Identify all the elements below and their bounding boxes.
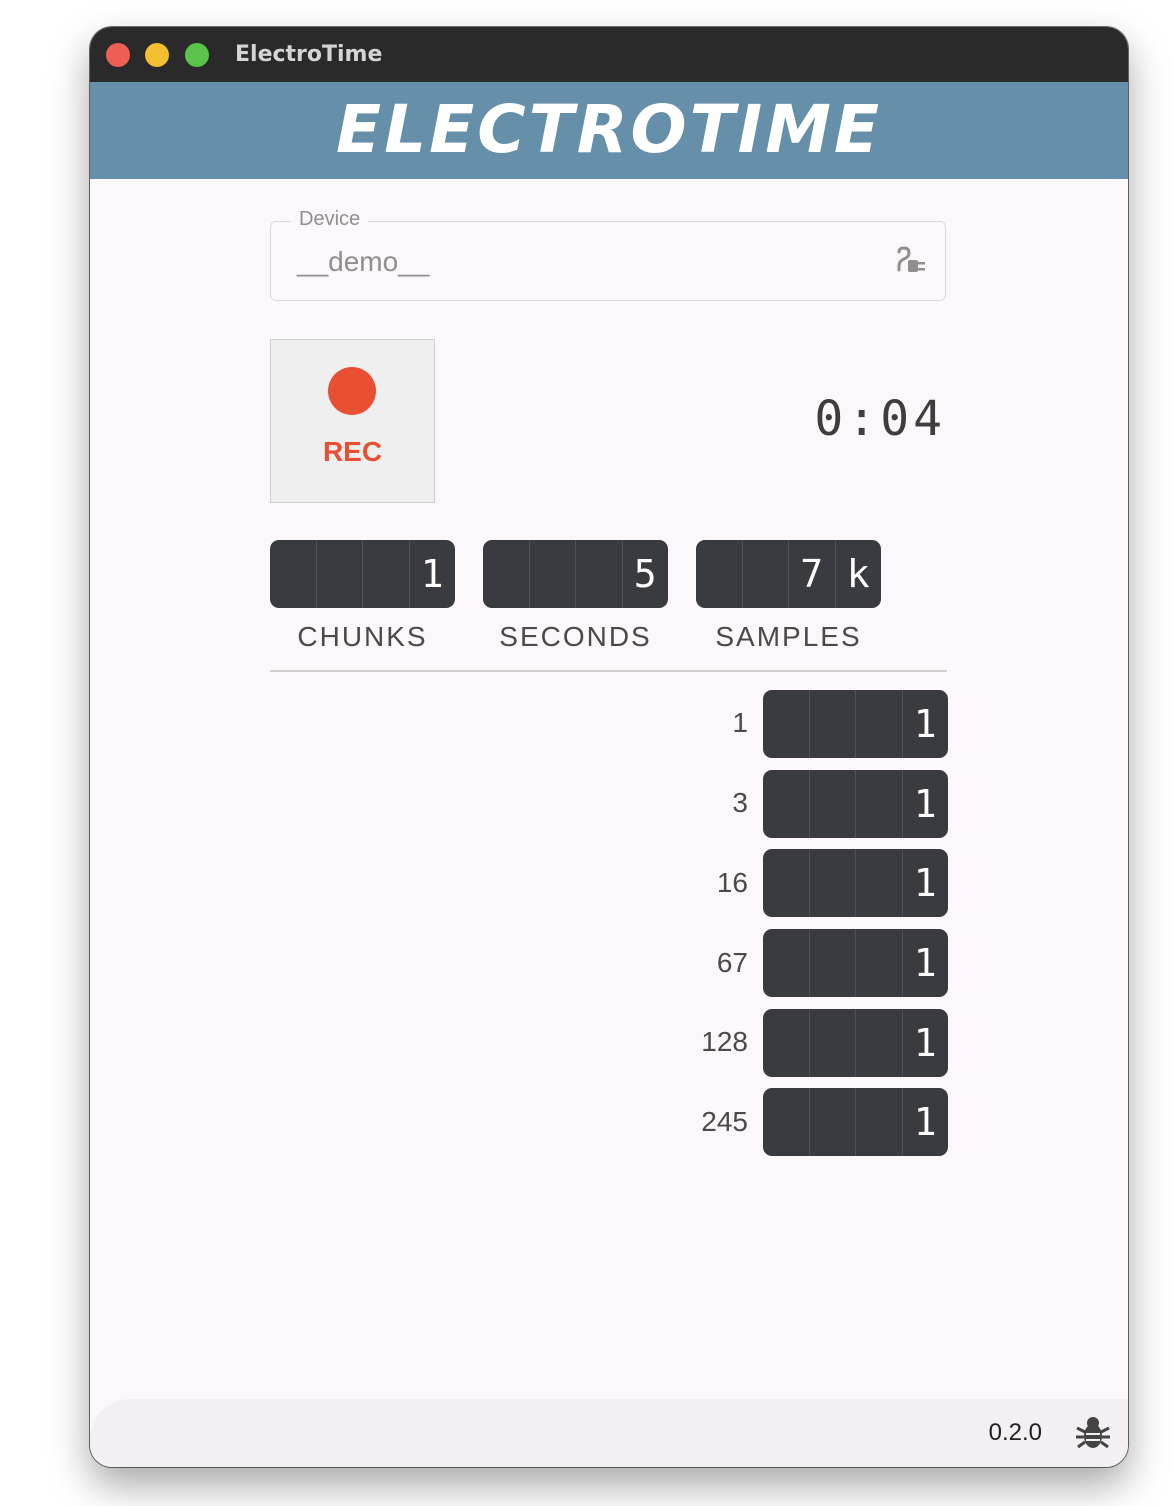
- counter-digit: [855, 1009, 902, 1077]
- counter-digit: 1: [901, 849, 949, 917]
- status-bar: 0.2.0: [90, 1399, 1128, 1467]
- samples-label: SAMPLES: [715, 621, 862, 652]
- minimize-window-button[interactable]: [145, 43, 169, 67]
- counter-digit: [763, 1009, 809, 1077]
- counter-digit: 7: [788, 540, 835, 608]
- channel-counter: 1: [763, 1088, 948, 1156]
- counter-digit: [528, 540, 576, 608]
- counter-digit: [763, 690, 809, 758]
- channel-id: 67: [716, 947, 748, 978]
- close-window-button[interactable]: [106, 43, 130, 67]
- counter-digit: [575, 540, 622, 608]
- device-label: Device: [291, 208, 369, 231]
- counter-digit: [741, 540, 789, 608]
- counter-digit: [763, 1088, 809, 1156]
- counter-digit: 1: [901, 929, 949, 997]
- device-value: __demo__: [297, 246, 430, 277]
- counter-digit: [763, 770, 809, 838]
- counter-digit: [855, 690, 902, 758]
- counter-digit: [696, 540, 742, 608]
- counter-digit: [808, 849, 856, 917]
- channel-id: 128: [701, 1026, 748, 1057]
- counter-digit: [808, 1088, 856, 1156]
- zoom-window-button[interactable]: [185, 43, 209, 67]
- counter-digit: [855, 770, 902, 838]
- header-banner: ELECTROTIME: [90, 82, 1128, 179]
- title-bar: ElectroTime: [90, 27, 1128, 82]
- channel-counter: 1: [763, 849, 948, 917]
- counter-digit: 1: [901, 690, 949, 758]
- counter-digit: [483, 540, 529, 608]
- channel-counter: 1: [763, 690, 948, 758]
- record-dot-icon: [328, 367, 376, 415]
- record-button[interactable]: REC: [270, 339, 435, 503]
- plug-icon[interactable]: [895, 246, 929, 278]
- chunks-counter: 1: [270, 540, 455, 608]
- counter-digit: 5: [621, 540, 669, 608]
- counter-digit: [315, 540, 363, 608]
- counter-digit: 1: [408, 540, 456, 608]
- channel-counter: 1: [763, 770, 948, 838]
- counter-digit: 1: [901, 770, 949, 838]
- counter-digit: [808, 690, 856, 758]
- counter-digit: [855, 849, 902, 917]
- channel-id: 1: [732, 707, 748, 738]
- channel-counter: 1: [763, 1009, 948, 1077]
- counter-digit: [808, 1009, 856, 1077]
- counter-digit: [362, 540, 409, 608]
- counter-digit: [763, 929, 809, 997]
- counter-digit: [855, 929, 902, 997]
- counter-digit: [808, 929, 856, 997]
- seconds-counter: 5: [483, 540, 668, 608]
- counter-digit: k: [834, 540, 882, 608]
- app-logo: ELECTROTIME: [336, 91, 882, 168]
- samples-counter: 7 k: [696, 540, 881, 608]
- chunks-label: CHUNKS: [297, 621, 428, 652]
- counter-digit: [808, 770, 856, 838]
- counter-digit: [855, 1088, 902, 1156]
- channel-counter: 1: [763, 929, 948, 997]
- bug-icon[interactable]: [1076, 1415, 1110, 1451]
- counter-digit: [763, 849, 809, 917]
- channel-id: 3: [732, 787, 748, 818]
- version-label: 0.2.0: [988, 1419, 1042, 1446]
- seconds-label: SECONDS: [499, 621, 652, 652]
- app-window: ElectroTime ELECTROTIME Device __demo__ …: [90, 27, 1128, 1467]
- counter-digit: [270, 540, 316, 608]
- channel-id: 245: [701, 1106, 748, 1137]
- section-divider: [270, 670, 947, 672]
- window-title: ElectroTime: [235, 42, 383, 67]
- counter-digit: 1: [901, 1009, 949, 1077]
- record-label: REC: [322, 436, 383, 467]
- counter-digit: 1: [901, 1088, 949, 1156]
- elapsed-timer: 0:04: [814, 391, 946, 447]
- device-select[interactable]: Device __demo__: [270, 208, 946, 301]
- channel-id: 16: [716, 867, 748, 898]
